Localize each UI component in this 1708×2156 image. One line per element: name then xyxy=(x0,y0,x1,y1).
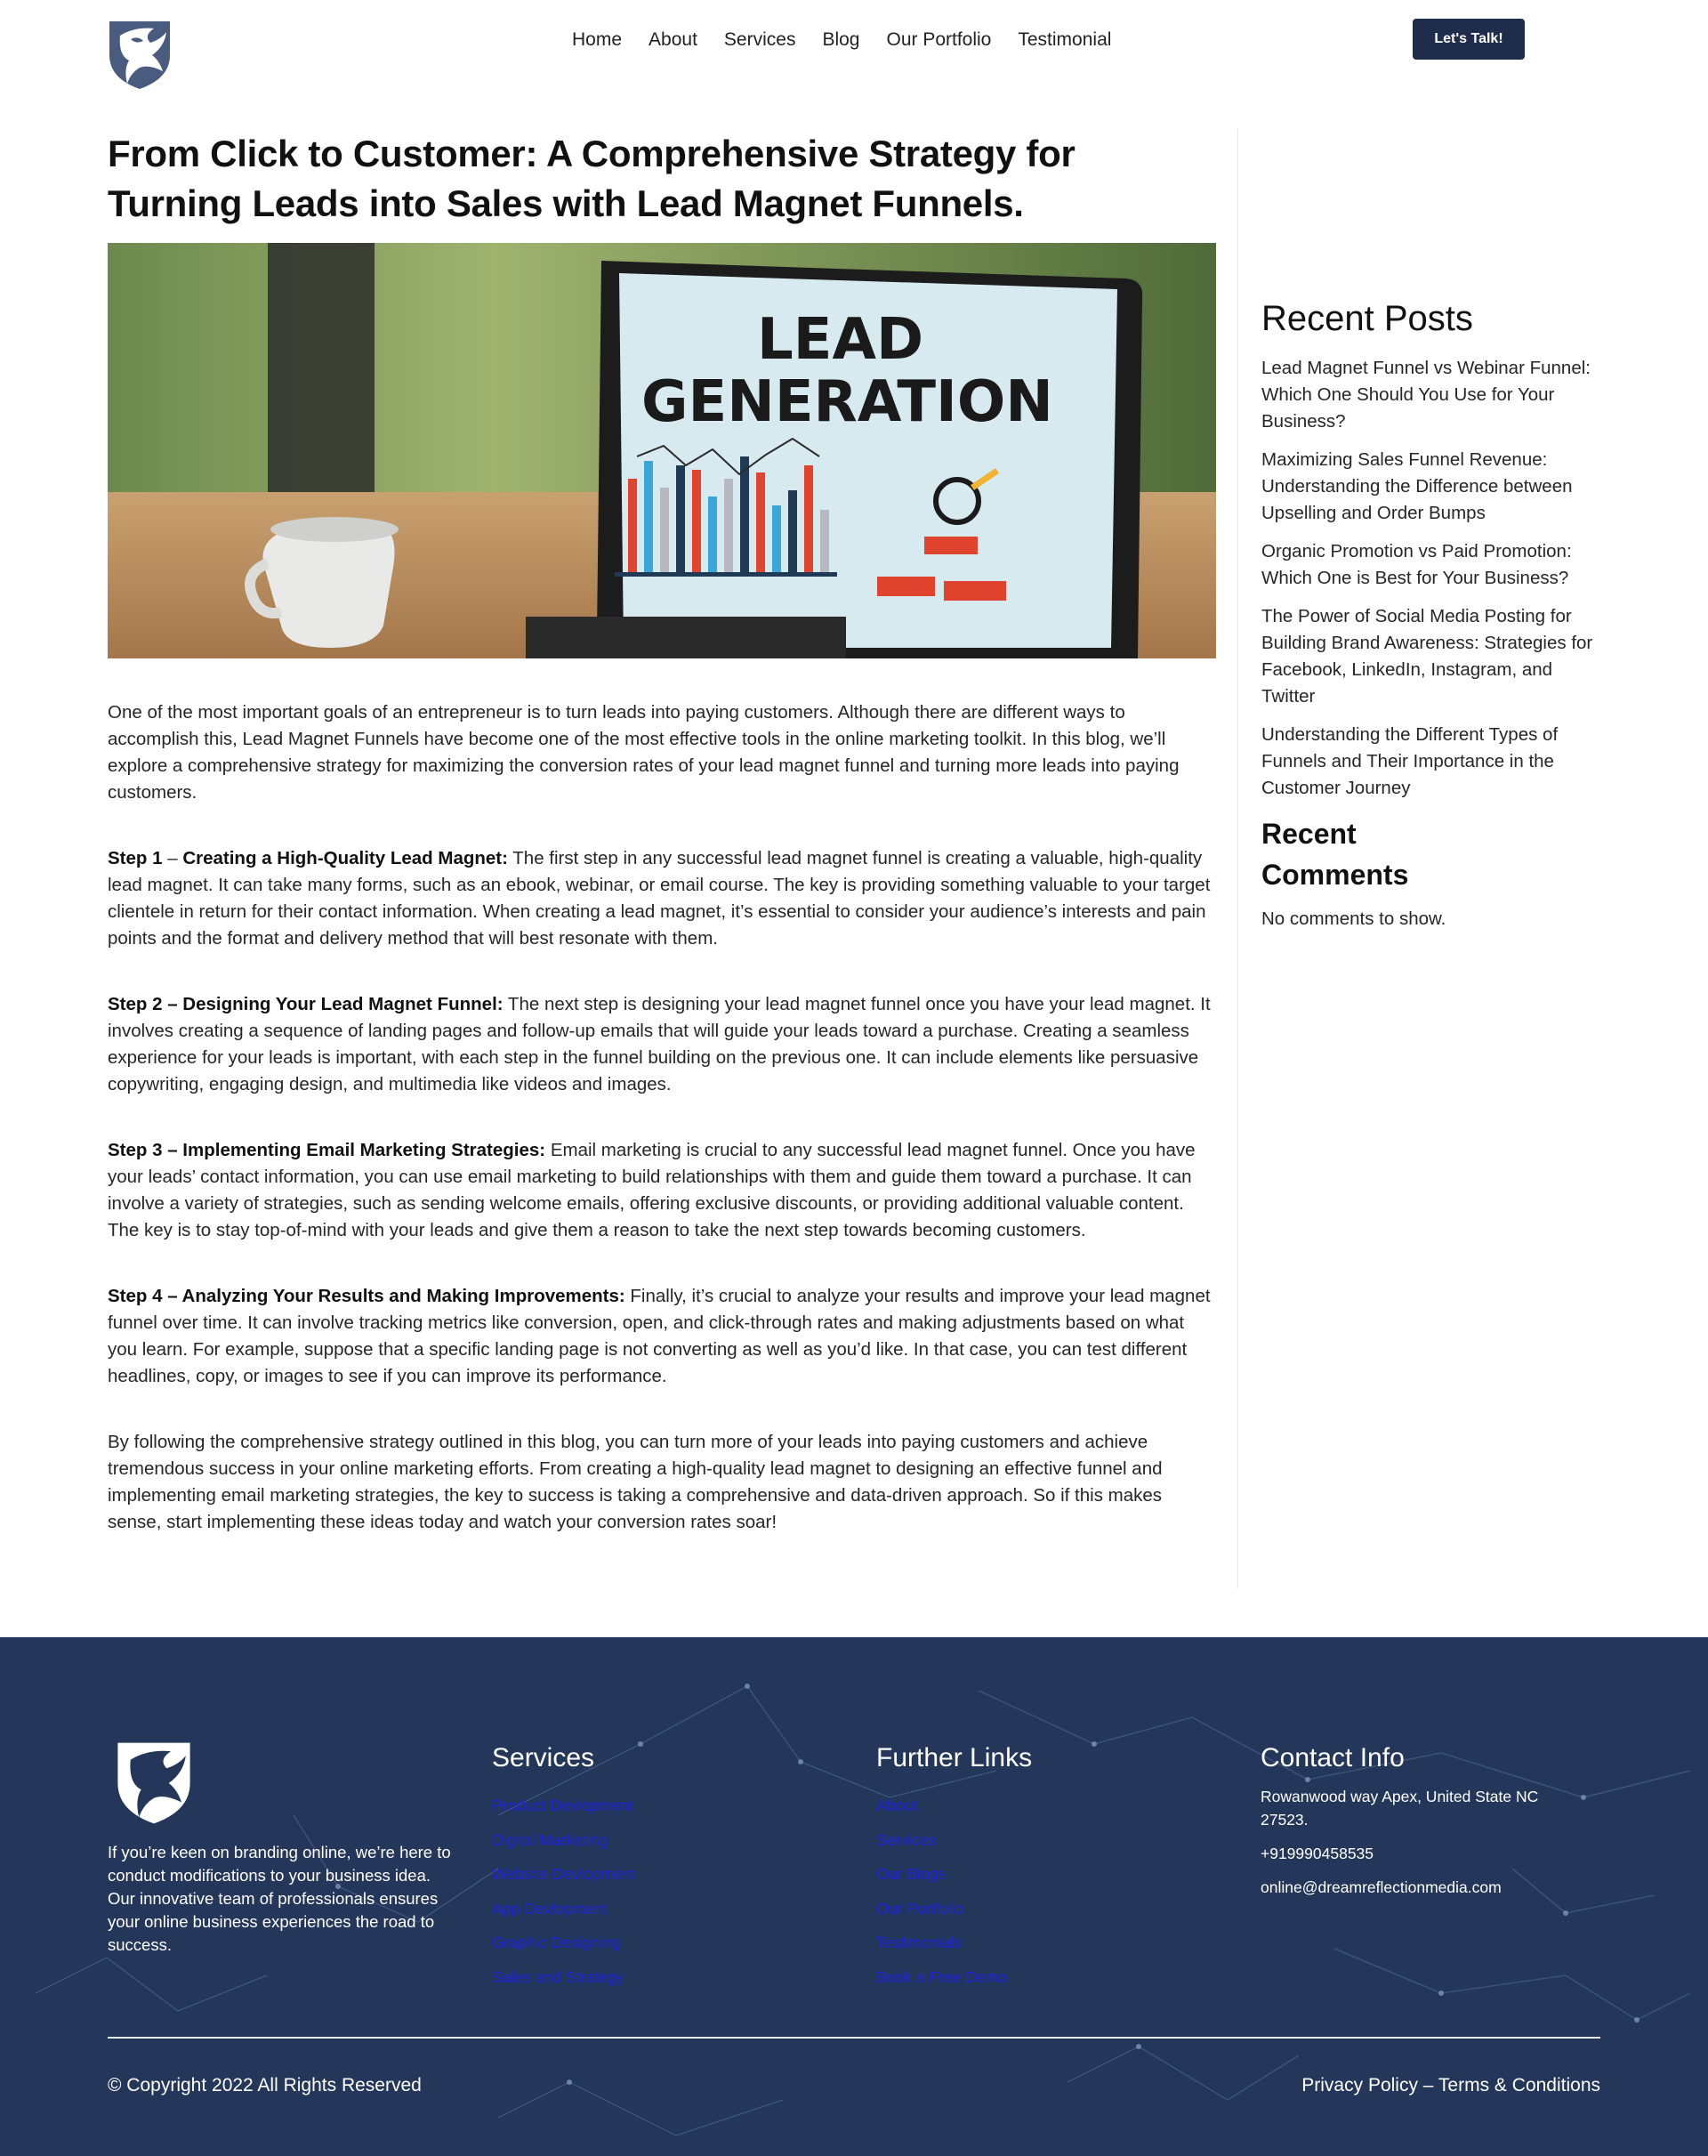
footer-further-link[interactable]: Services xyxy=(876,1823,1032,1858)
recent-post-link[interactable]: The Power of Social Media Posting for Bu… xyxy=(1261,603,1604,710)
footer-services-column: Services Product Devlopment Digital Mark… xyxy=(492,1742,635,1994)
conclusion-paragraph: By following the comprehensive strategy … xyxy=(108,1432,1163,1532)
footer-address: Rowanwood way Apex, United State NC 2752… xyxy=(1261,1788,1539,1829)
footer-service-link[interactable]: Sales and Strategy xyxy=(492,1960,635,1995)
nav-about[interactable]: About xyxy=(649,27,697,53)
footer-further-link[interactable]: Our Portfolio xyxy=(876,1892,1032,1926)
footer-services-list: Product Devlopment Digital Marketing Web… xyxy=(492,1789,635,1994)
footer-about-text: If you’re keen on branding online, we’re… xyxy=(108,1843,451,1954)
footer-divider xyxy=(108,2037,1600,2039)
main-content: From Click to Customer: A Comprehensive … xyxy=(0,98,1708,1637)
footer-further-link[interactable]: Book a Free Demo xyxy=(876,1960,1032,1995)
nav-home[interactable]: Home xyxy=(572,27,622,53)
footer-further-link[interactable]: Testimonials xyxy=(876,1926,1032,1960)
main-nav: Home About Services Blog Our Portfolio T… xyxy=(572,27,1138,53)
blog-article: From Click to Customer: A Comprehensive … xyxy=(108,129,1216,1536)
step-1-paragraph: Step 1 – Creating a High-Quality Lead Ma… xyxy=(108,845,1216,952)
nav-blog[interactable]: Blog xyxy=(822,27,859,53)
sidebar: Recent Posts Lead Magnet Funnel vs Webin… xyxy=(1261,298,1604,933)
lets-talk-button[interactable]: Let's Talk! xyxy=(1413,19,1525,60)
step-3-heading: Step 3 – Implementing Email Marketing St… xyxy=(108,1140,546,1160)
step-3-paragraph: Step 3 – Implementing Email Marketing St… xyxy=(108,1137,1216,1244)
intro-paragraph: One of the most important goals of an en… xyxy=(108,702,1180,803)
footer-service-link[interactable]: App Devlopment xyxy=(492,1892,635,1926)
step-4-heading: Step 4 – Analyzing Your Results and Maki… xyxy=(108,1286,625,1306)
footer-further-link[interactable]: Our Blogs xyxy=(876,1857,1032,1892)
footer-phone[interactable]: +919990458535 xyxy=(1261,1842,1554,1865)
footer-service-link[interactable]: Graphic Designing xyxy=(492,1926,635,1960)
recent-post-link[interactable]: Maximizing Sales Funnel Revenue: Underst… xyxy=(1261,447,1604,527)
footer-service-link[interactable]: Digital Marketing xyxy=(492,1823,635,1858)
nav-portfolio[interactable]: Our Portfolio xyxy=(886,27,991,53)
recent-comments-title: Recent Comments xyxy=(1261,818,1409,891)
hero-text-lead: LEAD xyxy=(757,307,923,373)
footer-links-list: About Services Our Blogs Our Portfolio T… xyxy=(876,1789,1032,1994)
footer-service-link[interactable]: Website Devlopment xyxy=(492,1857,635,1892)
footer-email[interactable]: online@dreamreflectionmedia.com xyxy=(1261,1876,1554,1899)
footer-legal-links[interactable]: Privacy Policy – Terms & Conditions xyxy=(1301,2075,1600,2096)
step-4-paragraph: Step 4 – Analyzing Your Results and Maki… xyxy=(108,1283,1216,1390)
step-2-heading: Step 2 – Designing Your Lead Magnet Funn… xyxy=(108,994,504,1014)
step-1-heading: Creating a High-Quality Lead Magnet: xyxy=(182,848,508,868)
brand-logo-icon[interactable] xyxy=(108,20,172,91)
nav-services[interactable]: Services xyxy=(724,27,796,53)
footer-further-link[interactable]: About xyxy=(876,1789,1032,1823)
step-1-prefix: Step 1 xyxy=(108,848,163,868)
nav-testimonial[interactable]: Testimonial xyxy=(1018,27,1111,53)
footer-contact-details: Rowanwood way Apex, United State NC 2752… xyxy=(1261,1785,1554,1899)
hero-image: LEAD GENERATION xyxy=(108,243,1216,658)
recent-posts-title: Recent Posts xyxy=(1261,299,1473,338)
recent-post-link[interactable]: Understanding the Different Types of Fun… xyxy=(1261,722,1604,802)
footer-services-title: Services xyxy=(492,1743,595,1772)
article-title: From Click to Customer: A Comprehensive … xyxy=(108,133,1076,224)
footer-links-column: Further Links About Services Our Blogs O… xyxy=(876,1742,1032,1994)
footer-links-title: Further Links xyxy=(876,1743,1033,1772)
recent-posts-list: Lead Magnet Funnel vs Webinar Funnel: Wh… xyxy=(1261,355,1604,802)
footer-contact-title: Contact Info xyxy=(1261,1743,1405,1772)
site-header: Home About Services Blog Our Portfolio T… xyxy=(0,0,1708,98)
no-comments-text: No comments to show. xyxy=(1261,908,1446,929)
hero-text-generation: GENERATION xyxy=(641,369,1053,435)
step-2-paragraph: Step 2 – Designing Your Lead Magnet Funn… xyxy=(108,991,1216,1098)
footer-logo-icon[interactable] xyxy=(116,1740,192,1826)
sidebar-divider xyxy=(1237,129,1238,1588)
recent-post-link[interactable]: Organic Promotion vs Paid Promotion: Whi… xyxy=(1261,538,1604,592)
step-1-sep: – xyxy=(162,848,183,868)
site-footer: If you’re keen on branding online, we’re… xyxy=(0,1637,1708,2156)
footer-contact-column: Contact Info Rowanwood way Apex, United … xyxy=(1261,1742,1554,1910)
footer-copyright: © Copyright 2022 All Rights Reserved xyxy=(108,2075,422,2095)
footer-service-link[interactable]: Product Devlopment xyxy=(492,1789,635,1823)
recent-post-link[interactable]: Lead Magnet Funnel vs Webinar Funnel: Wh… xyxy=(1261,355,1604,435)
